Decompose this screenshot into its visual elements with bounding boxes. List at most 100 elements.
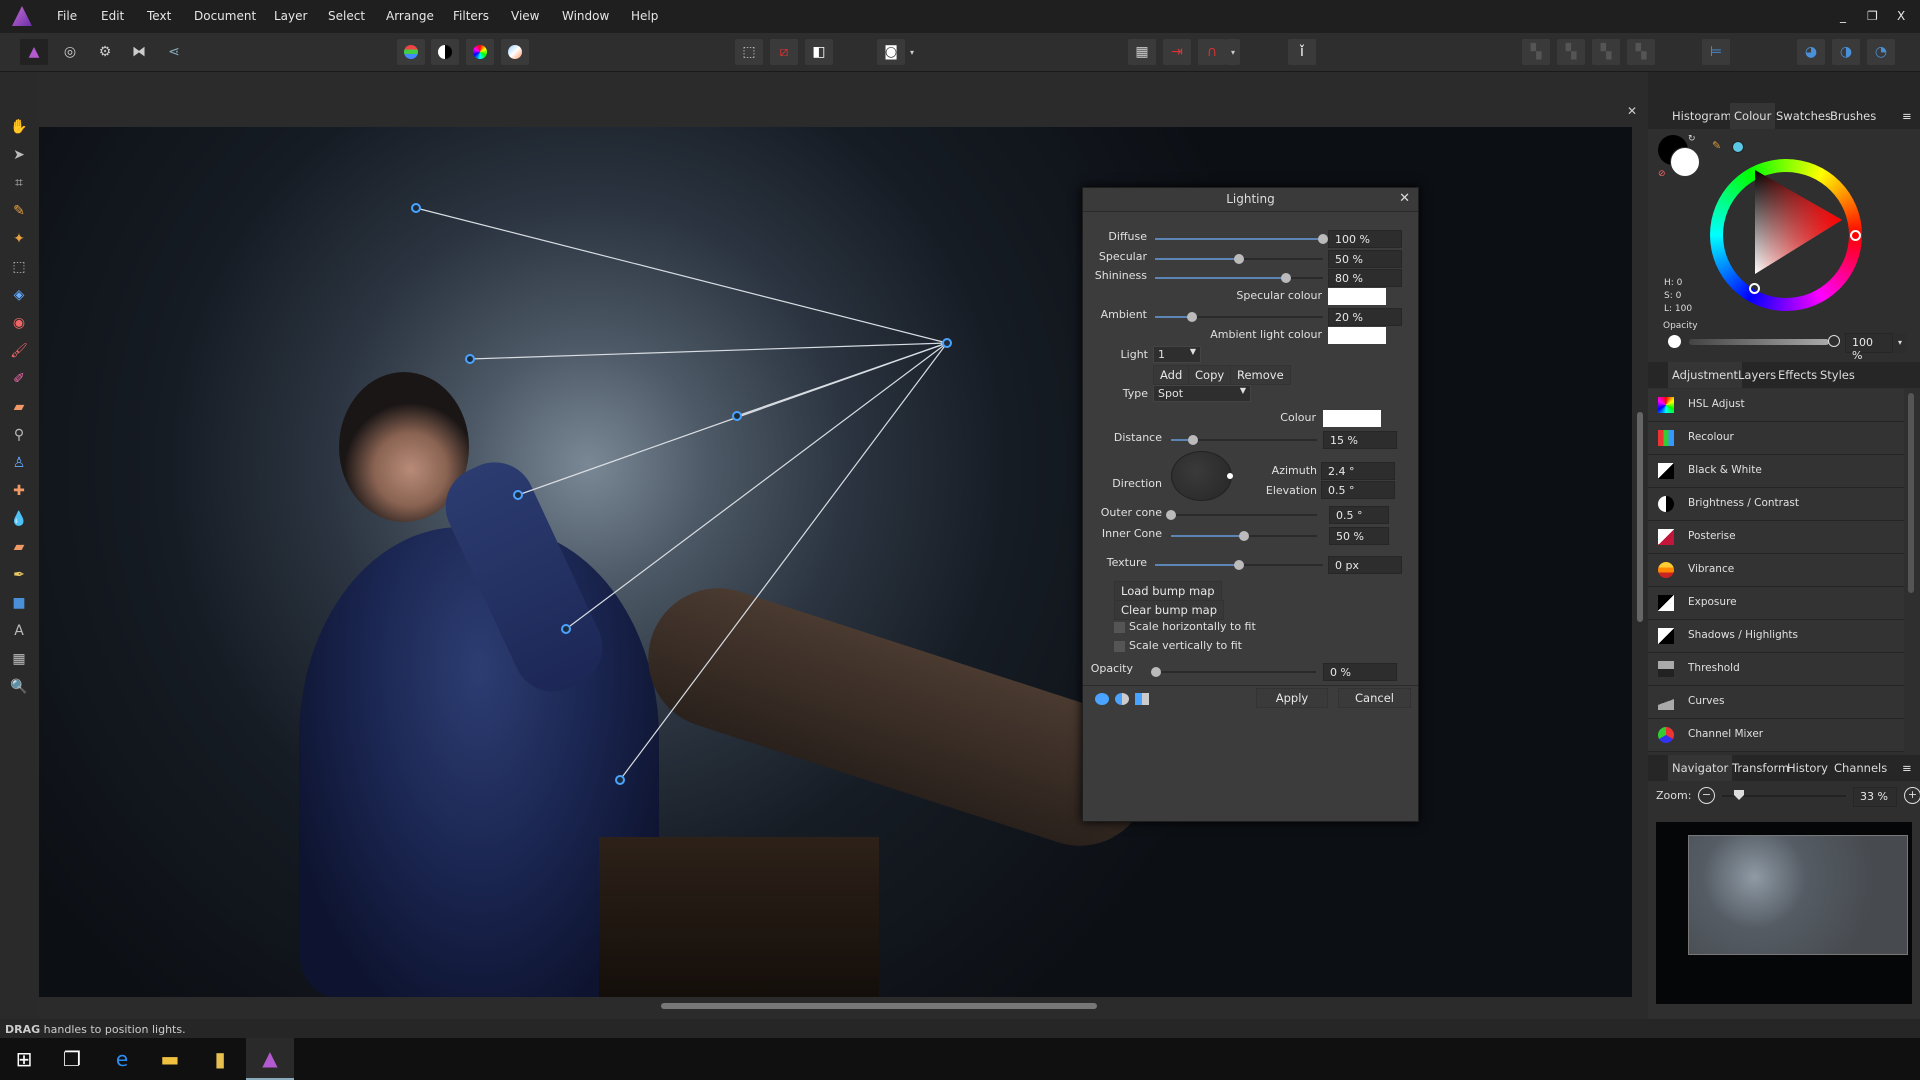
adjustment-item-recolour[interactable]: Recolour bbox=[1648, 422, 1904, 455]
menu-file[interactable]: File bbox=[57, 9, 77, 23]
panel-menu-icon[interactable]: ≡ bbox=[1902, 761, 1912, 775]
opacity-slider-knob[interactable] bbox=[1828, 335, 1840, 347]
light-handle[interactable] bbox=[513, 490, 523, 500]
deselect-icon[interactable]: ⧄ bbox=[770, 39, 798, 65]
tab-transform[interactable]: Transform bbox=[1732, 761, 1789, 775]
invert-selection-icon[interactable]: ◧ bbox=[805, 39, 833, 65]
colour-opacity-value[interactable]: 100 % bbox=[1845, 333, 1893, 362]
tab-adjustment[interactable]: Adjustment bbox=[1668, 362, 1743, 388]
adjustment-item-brightness-contrast[interactable]: Brightness / Contrast bbox=[1648, 488, 1904, 521]
minimize-button[interactable]: _ bbox=[1840, 9, 1846, 23]
ambient-colour-swatch[interactable] bbox=[1328, 327, 1386, 344]
close-window-button[interactable]: X bbox=[1897, 9, 1905, 23]
apply-button[interactable]: Apply bbox=[1256, 688, 1328, 708]
menu-window[interactable]: Window bbox=[562, 9, 609, 23]
adjustment-item-threshold[interactable]: Threshold bbox=[1648, 653, 1904, 686]
erase-brush-icon[interactable]: ▰ bbox=[8, 396, 30, 418]
gradient-tool-icon[interactable]: ◉ bbox=[8, 312, 30, 334]
horizontal-scrollbar[interactable] bbox=[39, 998, 1632, 1014]
menu-select[interactable]: Select bbox=[328, 9, 365, 23]
boolean-subtract-icon[interactable]: ◑ bbox=[1832, 39, 1860, 65]
boolean-intersect-icon[interactable]: ◔ bbox=[1867, 39, 1895, 65]
develop-persona-icon[interactable]: ⚙ bbox=[91, 39, 119, 65]
blur-tool-icon[interactable]: 💧 bbox=[8, 508, 30, 530]
shininess-slider[interactable] bbox=[1155, 273, 1323, 283]
adjustment-scrollbar[interactable] bbox=[1908, 393, 1914, 593]
arrange-backward-icon[interactable]: ▚ bbox=[1557, 39, 1585, 65]
marquee-tool-icon[interactable]: ⬚ bbox=[8, 256, 30, 278]
slider-knob[interactable] bbox=[1318, 234, 1328, 244]
paint-brush-icon[interactable]: 🖌 bbox=[8, 340, 30, 362]
distance-slider[interactable] bbox=[1171, 435, 1317, 445]
light-handle[interactable] bbox=[615, 775, 625, 785]
panel-menu-icon[interactable]: ≡ bbox=[1902, 109, 1912, 123]
specular-colour-swatch[interactable] bbox=[1328, 288, 1386, 305]
rectangle-tool-icon[interactable]: ■ bbox=[8, 592, 30, 614]
clone-tool-icon[interactable]: ♙ bbox=[8, 452, 30, 474]
snapping-grid-icon[interactable]: ▦ bbox=[1128, 39, 1156, 65]
zoom-tool-icon[interactable]: 🔍 bbox=[8, 676, 30, 698]
selection-brush-icon[interactable]: ✎ bbox=[8, 200, 30, 222]
move-tool-icon[interactable]: ➤ bbox=[8, 144, 30, 166]
zoom-in-icon[interactable]: + bbox=[1904, 787, 1920, 804]
hand-tool-icon[interactable]: ✋ bbox=[8, 116, 30, 138]
shininess-value[interactable]: 80 % bbox=[1328, 269, 1402, 287]
tone-mapping-persona-icon[interactable]: ⧓ bbox=[125, 39, 153, 65]
hue-handle[interactable] bbox=[1850, 230, 1861, 241]
light-select[interactable]: 1 ▼ bbox=[1153, 346, 1201, 363]
tab-layers[interactable]: Layers bbox=[1738, 368, 1776, 382]
texture-value[interactable]: 0 px bbox=[1328, 556, 1402, 574]
texture-slider[interactable] bbox=[1155, 560, 1323, 570]
light-colour-swatch[interactable] bbox=[1323, 410, 1381, 427]
no-colour-icon[interactable]: ⊘ bbox=[1658, 169, 1666, 179]
ambient-slider[interactable] bbox=[1155, 312, 1323, 322]
direction-dial-handle[interactable] bbox=[1227, 473, 1233, 479]
snap-to-icon[interactable]: ⇥ bbox=[1163, 39, 1191, 65]
adjustment-item-posterise[interactable]: Posterise bbox=[1648, 521, 1904, 554]
tab-histogram[interactable]: Histogram bbox=[1672, 109, 1732, 123]
light-handle[interactable] bbox=[411, 203, 421, 213]
outer-cone-slider[interactable] bbox=[1166, 510, 1317, 520]
navigator-preview[interactable] bbox=[1656, 822, 1912, 1004]
tab-channels[interactable]: Channels bbox=[1834, 761, 1887, 775]
navigator-view-rect[interactable] bbox=[1688, 835, 1908, 955]
scale-vertically-checkbox[interactable] bbox=[1114, 641, 1125, 652]
pen-tool-icon[interactable]: ✒ bbox=[8, 564, 30, 586]
slider-knob[interactable] bbox=[1239, 531, 1249, 541]
adjustment-item-channel-mixer[interactable]: Channel Mixer bbox=[1648, 719, 1904, 752]
zoom-slider-knob[interactable] bbox=[1734, 790, 1744, 800]
align-icon[interactable]: ⊨ bbox=[1702, 39, 1730, 65]
adjustment-item-vibrance[interactable]: Vibrance bbox=[1648, 554, 1904, 587]
zoom-out-icon[interactable]: − bbox=[1698, 787, 1715, 804]
tab-effects[interactable]: Effects bbox=[1778, 368, 1817, 382]
restore-button[interactable]: ❐ bbox=[1867, 9, 1878, 23]
opacity-slider[interactable] bbox=[1151, 667, 1316, 677]
menu-arrange[interactable]: Arrange bbox=[386, 9, 434, 23]
dialog-close-icon[interactable]: ✕ bbox=[1399, 191, 1410, 206]
slider-knob[interactable] bbox=[1234, 254, 1244, 264]
tab-swatches[interactable]: Swatches bbox=[1776, 109, 1831, 123]
slider-knob[interactable] bbox=[1281, 273, 1292, 283]
tab-navigator[interactable]: Navigator bbox=[1668, 755, 1733, 781]
adjustment-item-black-white[interactable]: Black & White bbox=[1648, 455, 1904, 488]
preview-split-icon[interactable] bbox=[1115, 693, 1129, 705]
tab-brushes[interactable]: Brushes bbox=[1830, 109, 1876, 123]
preview-mirror-icon[interactable] bbox=[1135, 693, 1149, 705]
light-handle[interactable] bbox=[465, 354, 475, 364]
slider-knob[interactable] bbox=[1186, 312, 1197, 322]
tab-colour[interactable]: Colour bbox=[1730, 103, 1776, 129]
auto-contrast-icon[interactable] bbox=[431, 39, 459, 65]
colour-handle[interactable] bbox=[1749, 283, 1760, 294]
tab-styles[interactable]: Styles bbox=[1820, 368, 1855, 382]
flood-fill-icon[interactable]: ◈ bbox=[8, 284, 30, 306]
inner-cone-slider[interactable] bbox=[1171, 531, 1317, 541]
load-bump-map-button[interactable]: Load bump map bbox=[1114, 581, 1222, 601]
vertical-scroll-thumb[interactable] bbox=[1637, 412, 1643, 622]
preview-full-icon[interactable] bbox=[1095, 693, 1109, 705]
auto-white-balance-icon[interactable] bbox=[501, 39, 529, 65]
diffuse-value[interactable]: 100 % bbox=[1328, 230, 1402, 248]
menu-help[interactable]: Help bbox=[631, 9, 658, 23]
photo-persona-icon[interactable]: ▲ bbox=[20, 39, 48, 65]
menu-text[interactable]: Text bbox=[147, 9, 171, 23]
direction-dial[interactable] bbox=[1171, 451, 1233, 501]
